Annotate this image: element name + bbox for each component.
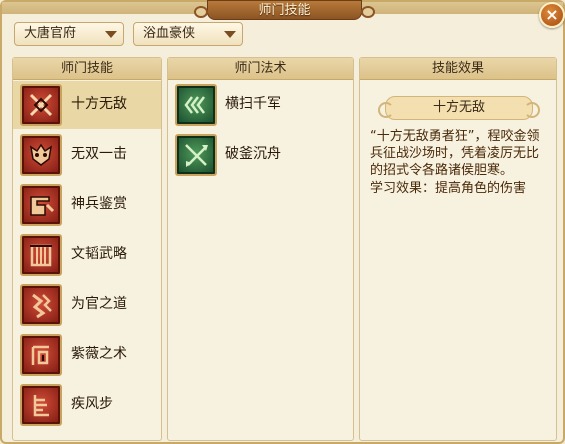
effect-panel: 技能效果 十方无敌 “十方无敌勇者狂”，程咬金领兵征战沙场时，凭着凌厉无比的招式… — [359, 57, 557, 441]
class-dropdown-value: 浴血豪侠 — [143, 26, 196, 41]
crossed-spears-icon — [175, 134, 217, 176]
skills-panel: 师门技能 十方无敌 无双一击 神兵鉴赏 文韬武略 为官之道 紫薇之术 疾风步 — [12, 57, 162, 441]
skill-item-jifengbu[interactable]: 疾风步 — [13, 381, 161, 429]
skill-label: 疾风步 — [71, 396, 113, 412]
spell-label: 横扫千军 — [225, 96, 281, 112]
effect-description: “十方无敌勇者狂”，程咬金领兵征战沙场时，凭着凌厉无比的招式令各路诸侯胆寒。 — [370, 129, 540, 178]
official-seal-icon — [20, 284, 62, 326]
skills-panel-header: 师门技能 — [13, 58, 161, 80]
beast-mask-icon — [20, 134, 62, 176]
effect-learn-result: 学习效果：提高角色的伤害 — [370, 181, 527, 196]
wind-step-icon — [20, 384, 62, 426]
scroll-gate-icon — [20, 234, 62, 276]
spells-panel-header: 师门法术 — [168, 58, 353, 80]
spell-item-hengsaoqianjun[interactable]: 横扫千军 — [168, 81, 353, 129]
skill-label: 神兵鉴赏 — [71, 196, 127, 212]
effect-skill-name: 十方无敌 — [378, 96, 540, 120]
effect-panel-header: 技能效果 — [360, 58, 556, 80]
close-button[interactable]: × — [539, 2, 565, 28]
chevron-down-icon — [105, 31, 117, 38]
skill-item-shenbingjianshang[interactable]: 神兵鉴赏 — [13, 181, 161, 229]
crossed-blades-icon — [20, 84, 62, 126]
skill-label: 十方无敌 — [71, 96, 127, 112]
skill-item-wentaowulue[interactable]: 文韬武略 — [13, 231, 161, 279]
skill-item-weiguanzhidao[interactable]: 为官之道 — [13, 281, 161, 329]
window-title: 师门技能 — [194, 0, 375, 20]
skill-item-wushuangyiji[interactable]: 无双一击 — [13, 131, 161, 179]
skill-item-shifangwudi[interactable]: 十方无敌 — [13, 81, 161, 129]
skill-label: 紫薇之术 — [71, 346, 127, 362]
spell-item-pofuchenzhou[interactable]: 破釜沉舟 — [168, 131, 353, 179]
triple-chevron-icon — [175, 84, 217, 126]
star-rune-icon — [20, 334, 62, 376]
skill-label: 文韬武略 — [71, 246, 127, 262]
spells-panel: 师门法术 横扫千军 破釜沉舟 — [167, 57, 354, 441]
school-dropdown-value: 大唐官府 — [24, 26, 77, 41]
class-dropdown[interactable]: 浴血豪侠 — [133, 22, 243, 46]
chevron-down-icon — [224, 31, 236, 38]
skills-window: 师门技能 × 大唐官府 浴血豪侠 师门技能 十方无敌 无双一击 神兵鉴赏 文韬武… — [0, 0, 565, 444]
skill-label: 为官之道 — [71, 296, 127, 312]
forge-icon — [20, 184, 62, 226]
skill-item-ziweizhishu[interactable]: 紫薇之术 — [13, 331, 161, 379]
skill-label: 无双一击 — [71, 146, 127, 162]
spell-label: 破釜沉舟 — [225, 146, 281, 162]
school-dropdown[interactable]: 大唐官府 — [14, 22, 124, 46]
